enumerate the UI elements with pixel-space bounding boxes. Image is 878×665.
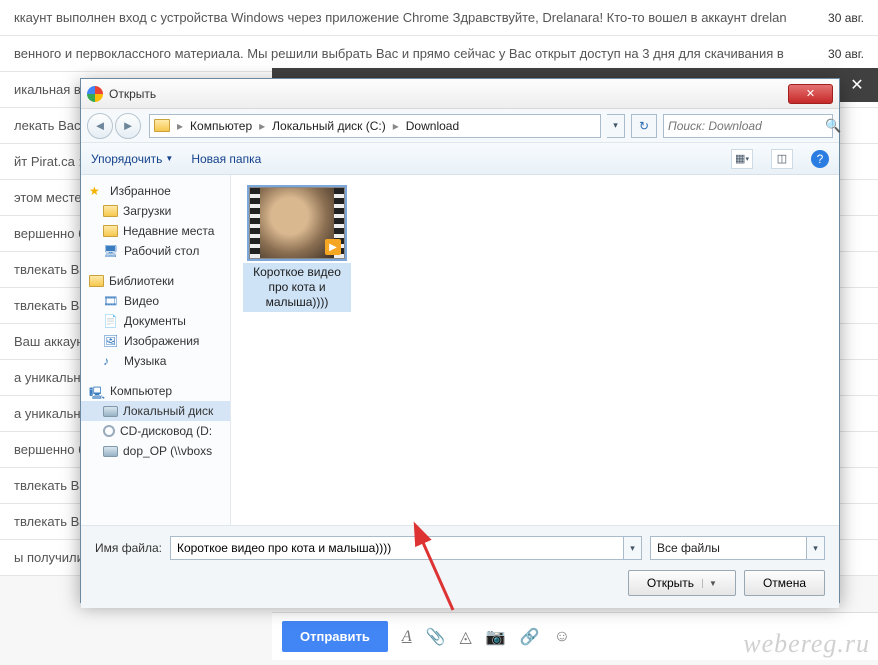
- window-close-button[interactable]: ✕: [788, 84, 833, 104]
- dialog-titlebar: Открыть ✕: [81, 79, 839, 109]
- email-row[interactable]: венного и первоклассного материала. Мы р…: [0, 36, 878, 72]
- tree-downloads[interactable]: Загрузки: [81, 201, 230, 221]
- filetype-dropdown[interactable]: ▾: [807, 536, 825, 560]
- nav-back-button[interactable]: ◄: [87, 113, 113, 139]
- breadcrumb-cdrive[interactable]: Локальный диск (C:): [272, 119, 386, 133]
- help-button[interactable]: ?: [811, 150, 829, 168]
- address-dropdown[interactable]: ▾: [607, 114, 625, 138]
- close-icon[interactable]: ✕: [844, 72, 870, 98]
- tree-libraries[interactable]: Библиотеки: [81, 271, 230, 291]
- network-icon: [103, 446, 118, 457]
- tree-computer[interactable]: 🖳Компьютер: [81, 381, 230, 401]
- cd-icon: [103, 425, 115, 437]
- open-button[interactable]: Открыть▼: [628, 570, 736, 596]
- tree-network-drive[interactable]: dop_OP (\\vboxs: [81, 441, 230, 461]
- filename-dropdown[interactable]: ▾: [624, 536, 642, 560]
- format-icon[interactable]: A: [402, 628, 412, 646]
- folder-icon: [103, 205, 118, 217]
- video-icon: 🎞: [103, 294, 119, 308]
- organize-menu[interactable]: Упорядочить ▼: [91, 152, 173, 166]
- computer-icon: 🖳: [89, 384, 105, 398]
- filename-label: Имя файла:: [95, 541, 162, 555]
- file-item[interactable]: ▶ Короткое видео про кота и малыша)))): [243, 187, 351, 312]
- filename-input[interactable]: [170, 536, 624, 560]
- tree-local-disk[interactable]: Локальный диск: [81, 401, 230, 421]
- email-row[interactable]: ккаунт выполнен вход с устройства Window…: [0, 0, 878, 36]
- tree-videos[interactable]: 🎞Видео: [81, 291, 230, 311]
- tree-images[interactable]: 🖼Изображения: [81, 331, 230, 351]
- dialog-title: Открыть: [109, 87, 788, 101]
- file-open-dialog: Открыть ✕ ◄ ► ▸ Компьютер ▸ Локальный ди…: [80, 78, 840, 603]
- breadcrumb-download[interactable]: Download: [406, 119, 459, 133]
- cancel-button[interactable]: Отмена: [744, 570, 825, 596]
- emoji-icon[interactable]: ☺: [554, 628, 570, 646]
- watermark: webereg.ru: [743, 629, 870, 659]
- nav-row: ◄ ► ▸ Компьютер ▸ Локальный диск (C:) ▸ …: [81, 109, 839, 143]
- new-folder-button[interactable]: Новая папка: [191, 152, 261, 166]
- tree-recent[interactable]: Недавние места: [81, 221, 230, 241]
- tree-cd-drive[interactable]: CD-дисковод (D:: [81, 421, 230, 441]
- refresh-button[interactable]: ↻: [631, 114, 657, 138]
- image-icon: 🖼: [103, 334, 119, 348]
- attach-icon[interactable]: 📎: [426, 627, 446, 647]
- desktop-icon: 🖥: [103, 244, 119, 258]
- file-list[interactable]: ▶ Короткое видео про кота и малыша)))): [231, 175, 839, 525]
- chrome-icon: [87, 86, 103, 102]
- camera-icon[interactable]: 📷: [486, 627, 506, 647]
- breadcrumb-computer[interactable]: Компьютер: [190, 119, 252, 133]
- play-icon: ▶: [325, 239, 341, 255]
- folder-icon: [103, 225, 118, 237]
- nav-forward-button[interactable]: ►: [115, 113, 141, 139]
- file-caption: Короткое видео про кота и малыша)))): [243, 263, 351, 312]
- music-icon: ♪: [103, 354, 119, 368]
- folder-icon: [154, 119, 170, 132]
- search-box[interactable]: 🔍: [663, 114, 833, 138]
- tree-documents[interactable]: 📄Документы: [81, 311, 230, 331]
- nav-tree: ★Избранное Загрузки Недавние места 🖥Рабо…: [81, 175, 231, 525]
- link-icon[interactable]: 🔗: [520, 627, 540, 647]
- search-icon[interactable]: 🔍: [825, 118, 841, 134]
- filetype-filter[interactable]: Все файлы: [650, 536, 807, 560]
- dialog-footer: Имя файла: ▾ Все файлы ▾ Открыть▼ Отмена: [81, 525, 839, 608]
- library-icon: [89, 275, 104, 287]
- tree-music[interactable]: ♪Музыка: [81, 351, 230, 371]
- tree-desktop[interactable]: 🖥Рабочий стол: [81, 241, 230, 261]
- drive-icon[interactable]: ◬: [460, 627, 472, 647]
- address-bar[interactable]: ▸ Компьютер ▸ Локальный диск (C:) ▸ Down…: [149, 114, 601, 138]
- view-mode-button[interactable]: ▦ ▾: [731, 149, 753, 169]
- preview-pane-button[interactable]: ◫: [771, 149, 793, 169]
- send-button[interactable]: Отправить: [282, 621, 388, 652]
- video-thumbnail: ▶: [249, 187, 345, 259]
- star-icon: ★: [89, 184, 105, 198]
- document-icon: 📄: [103, 314, 119, 328]
- dialog-toolbar: Упорядочить ▼ Новая папка ▦ ▾ ◫ ?: [81, 143, 839, 175]
- disk-icon: [103, 406, 118, 417]
- search-input[interactable]: [668, 119, 825, 133]
- tree-favorites[interactable]: ★Избранное: [81, 181, 230, 201]
